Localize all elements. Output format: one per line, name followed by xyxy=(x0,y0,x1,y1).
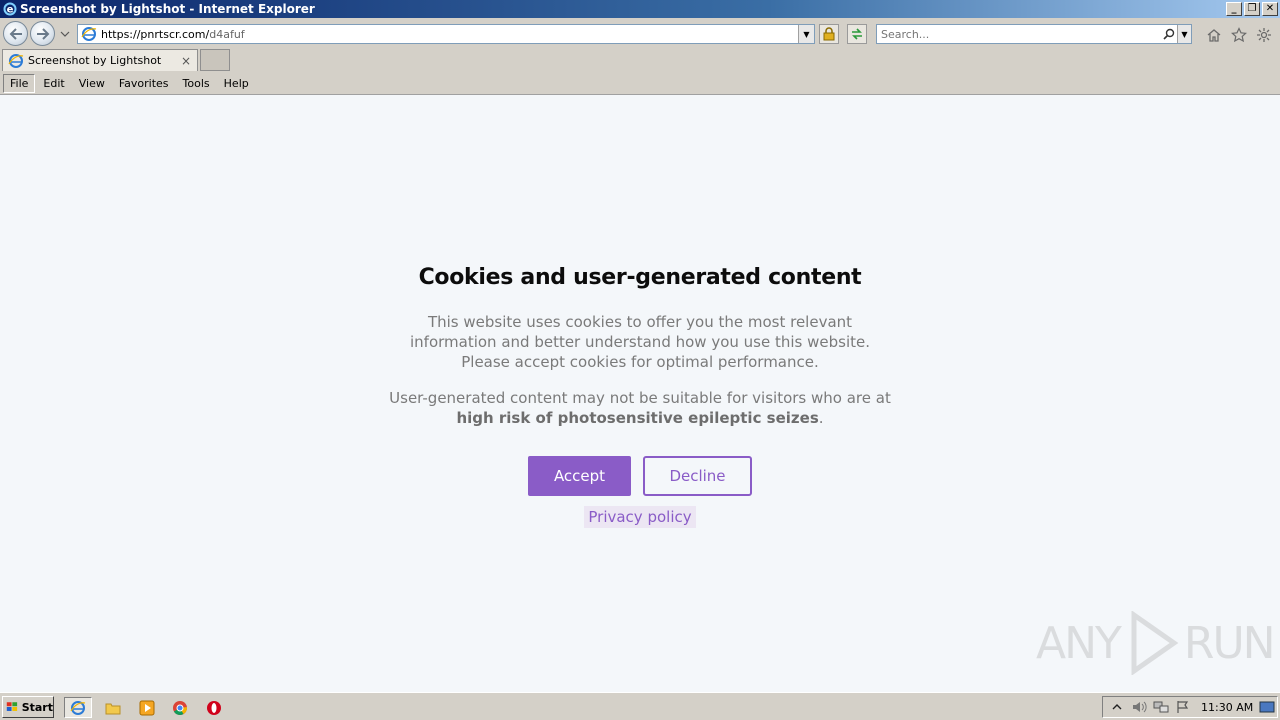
play-logo-icon xyxy=(1131,611,1179,675)
favorites-button[interactable] xyxy=(1230,26,1248,44)
speaker-icon xyxy=(1133,701,1147,713)
network-button[interactable] xyxy=(1153,699,1169,715)
media-player-icon xyxy=(139,700,155,715)
svg-text:e: e xyxy=(7,5,14,16)
star-icon xyxy=(1231,27,1247,43)
arrow-left-icon xyxy=(9,27,22,40)
tab-title: Screenshot by Lightshot xyxy=(28,54,162,67)
seizure-warning-text: User-generated content may not be suitab… xyxy=(340,388,940,428)
search-box[interactable]: ▼ xyxy=(876,24,1192,44)
url-host: https://pnrtscr.com/ xyxy=(101,27,210,41)
taskbar-internet-explorer[interactable] xyxy=(64,697,92,718)
opera-icon xyxy=(207,700,221,715)
windows-logo-icon xyxy=(6,702,18,711)
start-label: Start xyxy=(21,700,53,714)
desktop-icon xyxy=(1259,701,1275,713)
page-favicon-icon xyxy=(8,53,24,68)
navigation-bar: https://pnrtscr.com/d4afuf ▼ ▼ xyxy=(0,18,1280,48)
consent-title: Cookies and user-generated content xyxy=(418,265,862,290)
home-button[interactable] xyxy=(1205,26,1223,44)
chevron-up-icon xyxy=(1112,704,1122,710)
maximize-button[interactable]: ❐ xyxy=(1244,2,1260,16)
refresh-button[interactable] xyxy=(847,24,867,44)
action-center-button[interactable] xyxy=(1175,699,1191,715)
taskbar-chrome[interactable] xyxy=(166,697,194,718)
network-icon xyxy=(1153,701,1169,713)
watermark-text-left: ANY xyxy=(1036,617,1122,669)
page-favicon-icon xyxy=(81,27,97,41)
show-hidden-icons-button[interactable] xyxy=(1109,699,1125,715)
address-dropdown-button[interactable]: ▼ xyxy=(798,25,814,43)
back-button[interactable] xyxy=(3,21,28,46)
internet-explorer-icon: e xyxy=(2,1,18,17)
privacy-policy-link[interactable]: Privacy policy xyxy=(584,506,696,528)
cookie-notice-line-2: information and better understand how yo… xyxy=(409,333,870,351)
start-button[interactable]: Start xyxy=(2,696,54,718)
accept-button[interactable]: Accept xyxy=(528,456,631,496)
url-text: https://pnrtscr.com/d4afuf xyxy=(101,28,798,41)
menu-edit[interactable]: Edit xyxy=(37,75,70,92)
refresh-icon xyxy=(852,28,862,40)
menu-tools[interactable]: Tools xyxy=(177,75,216,92)
menu-view[interactable]: View xyxy=(73,75,111,92)
tab-strip: Screenshot by Lightshot × xyxy=(0,48,1280,72)
folder-icon xyxy=(105,703,121,714)
search-icon[interactable] xyxy=(1161,26,1177,42)
lock-icon xyxy=(823,27,835,41)
taskbar-media-player[interactable] xyxy=(133,697,161,718)
internet-explorer-icon xyxy=(70,700,86,715)
chrome-icon xyxy=(173,700,187,715)
seizure-warning-emphasis: high risk of photosensitive epileptic se… xyxy=(456,409,819,427)
minimize-button[interactable]: _ xyxy=(1226,2,1242,16)
seizure-warning-prefix: User-generated content may not be suitab… xyxy=(389,389,891,407)
chevron-down-icon xyxy=(60,31,70,37)
page-content: Cookies and user-generated content This … xyxy=(0,95,1280,692)
close-window-button[interactable]: ✕ xyxy=(1262,2,1278,16)
security-lock-button[interactable] xyxy=(819,24,839,44)
menu-bar: File Edit View Favorites Tools Help xyxy=(0,72,1280,95)
search-input[interactable] xyxy=(877,25,1161,43)
taskbar-opera[interactable] xyxy=(200,697,228,718)
search-provider-dropdown[interactable]: ▼ xyxy=(1177,25,1191,43)
tools-button[interactable] xyxy=(1255,26,1273,44)
home-icon xyxy=(1207,29,1221,42)
tab-screenshot-by-lightshot[interactable]: Screenshot by Lightshot × xyxy=(2,49,198,71)
volume-button[interactable] xyxy=(1131,699,1147,715)
watermark-text-right: RUN xyxy=(1183,617,1276,669)
url-path: d4afuf xyxy=(209,27,245,41)
taskbar-clock[interactable]: 11:30 AM xyxy=(1201,701,1253,714)
decline-button[interactable]: Decline xyxy=(643,456,752,496)
new-tab-button[interactable] xyxy=(200,49,230,71)
address-bar[interactable]: https://pnrtscr.com/d4afuf ▼ xyxy=(77,24,815,44)
forward-button[interactable] xyxy=(30,21,55,46)
taskbar-file-explorer[interactable] xyxy=(99,697,127,718)
cookie-consent-dialog: Cookies and user-generated content This … xyxy=(340,265,940,528)
window-title-bar[interactable]: e Screenshot by Lightshot - Internet Exp… xyxy=(0,0,1280,18)
cookie-notice-text: This website uses cookies to offer you t… xyxy=(340,312,940,372)
menu-favorites[interactable]: Favorites xyxy=(113,75,175,92)
menu-help[interactable]: Help xyxy=(218,75,255,92)
consent-buttons: Accept Decline xyxy=(340,456,940,496)
seizure-warning-suffix: . xyxy=(818,409,824,427)
arrow-right-icon xyxy=(36,27,49,40)
window-title: Screenshot by Lightshot - Internet Explo… xyxy=(20,2,315,16)
menu-file[interactable]: File xyxy=(3,73,36,93)
taskbar: Start 11:30 AM xyxy=(0,692,1280,720)
recent-pages-dropdown[interactable] xyxy=(60,28,70,38)
system-tray: 11:30 AM xyxy=(1102,696,1278,718)
anyrun-watermark: ANY RUN xyxy=(1036,611,1276,675)
flag-icon xyxy=(1177,701,1189,713)
gear-icon xyxy=(1257,28,1271,42)
show-desktop-button[interactable] xyxy=(1259,699,1275,715)
cookie-notice-line-3: Please accept cookies for optimal perfor… xyxy=(461,353,819,371)
tab-close-icon[interactable]: × xyxy=(179,54,193,68)
cookie-notice-line-1: This website uses cookies to offer you t… xyxy=(427,313,853,331)
